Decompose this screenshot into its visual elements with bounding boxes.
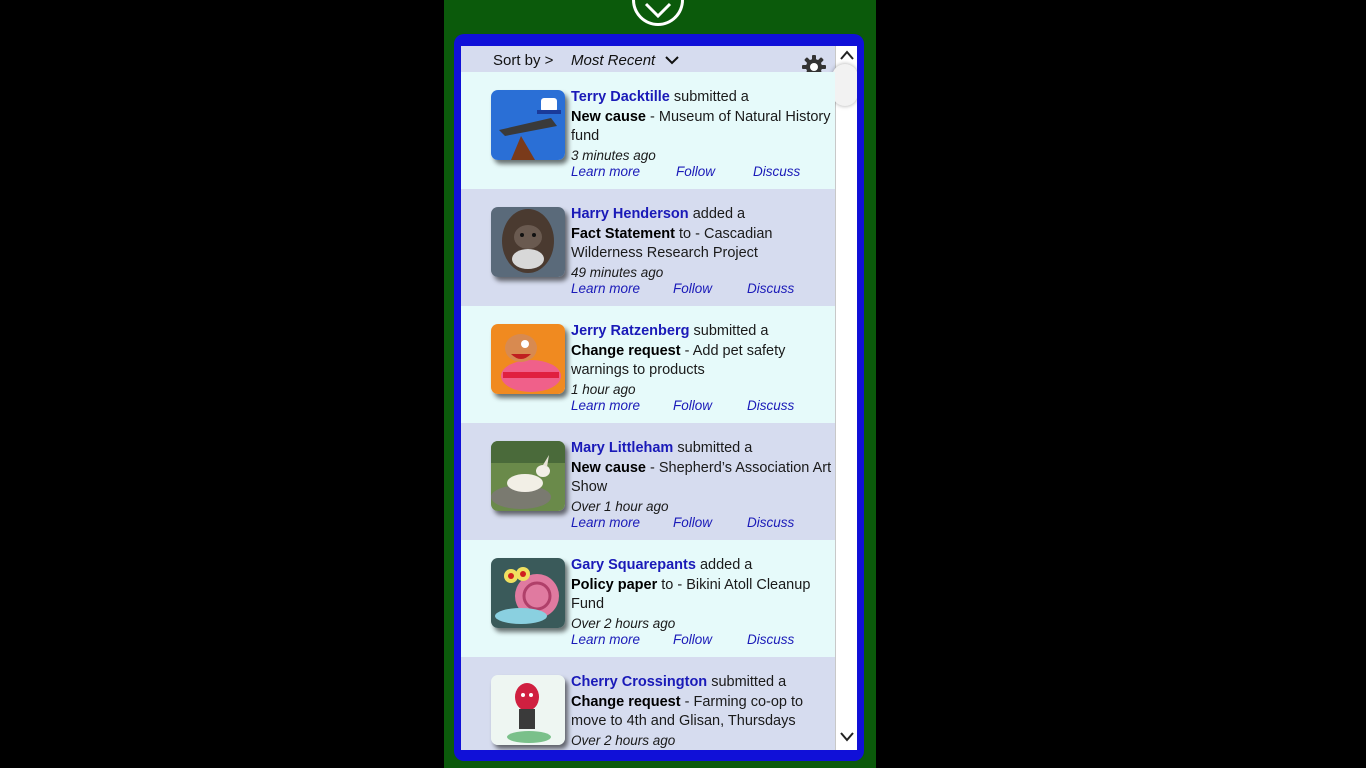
- follow-link[interactable]: Follow: [673, 398, 712, 413]
- item-kind: Change request: [571, 693, 681, 710]
- timestamp: Over 2 hours ago: [571, 615, 676, 631]
- follow-link[interactable]: Follow: [676, 164, 715, 179]
- avatar[interactable]: [491, 207, 565, 277]
- sort-toolbar: Sort by > Most Recent: [461, 46, 835, 72]
- action-verb: added a: [692, 206, 746, 222]
- timestamp: Over 1 hour ago: [571, 498, 669, 514]
- discuss-link[interactable]: Discuss: [747, 398, 794, 413]
- activity-feed: Terry Dacktille submitted a New cause - …: [461, 72, 835, 750]
- user-name-link[interactable]: Mary Littleham: [571, 440, 673, 456]
- feed-item: Cherry Crossington submitted a Change re…: [461, 657, 835, 750]
- feed-item: Gary Squarepants added a Policy paper to…: [461, 540, 835, 657]
- item-connector: -: [650, 108, 655, 125]
- chevron-up-icon: [840, 50, 854, 60]
- feed-item: Terry Dacktille submitted a New cause - …: [461, 72, 835, 189]
- feed-item-text: Mary Littleham submitted a New cause - S…: [571, 439, 833, 517]
- learn-more-link[interactable]: Learn more: [571, 398, 640, 413]
- action-verb: added a: [699, 557, 753, 573]
- avatar[interactable]: [491, 324, 565, 394]
- learn-more-link[interactable]: Learn more: [571, 164, 640, 179]
- user-name-link[interactable]: Cherry Crossington: [571, 674, 707, 690]
- feed-item-text: Harry Henderson added a Fact Statement t…: [571, 205, 833, 283]
- timestamp: Over 2 hours ago: [571, 732, 676, 748]
- avatar[interactable]: [491, 441, 565, 511]
- sort-value: Most Recent: [571, 52, 656, 69]
- item-kind: New cause: [571, 108, 646, 125]
- user-name-link[interactable]: Gary Squarepants: [571, 557, 696, 573]
- learn-more-link[interactable]: Learn more: [571, 515, 640, 530]
- item-kind: Policy paper: [571, 576, 658, 593]
- avatar[interactable]: [491, 90, 565, 160]
- item-kind: Fact Statement: [571, 225, 675, 242]
- feed-item-text: Gary Squarepants added a Policy paper to…: [571, 556, 833, 634]
- timestamp: 1 hour ago: [571, 381, 636, 397]
- item-connector: to -: [678, 225, 700, 242]
- chevron-down-icon: [644, 2, 672, 18]
- item-connector: to -: [661, 576, 683, 593]
- feed-frame: Sort by > Most Recent Terry Dacktille su…: [454, 34, 864, 761]
- app-background: Sort by > Most Recent Terry Dacktille su…: [444, 0, 876, 768]
- chevron-down-icon: [840, 732, 854, 742]
- sort-dropdown[interactable]: Most Recent: [571, 52, 679, 69]
- feed-item-text: Cherry Crossington submitted a Change re…: [571, 673, 833, 750]
- user-name-link[interactable]: Terry Dacktille: [571, 89, 670, 105]
- learn-more-link[interactable]: Learn more: [571, 281, 640, 296]
- feed-item: Harry Henderson added a Fact Statement t…: [461, 189, 835, 306]
- discuss-link[interactable]: Discuss: [747, 632, 794, 647]
- activity-panel: Sort by > Most Recent Terry Dacktille su…: [461, 46, 857, 750]
- item-connector: -: [684, 693, 690, 710]
- learn-more-link[interactable]: Learn more: [571, 632, 640, 647]
- sort-label: Sort by >: [493, 52, 554, 69]
- collapse-button[interactable]: [632, 0, 684, 26]
- action-verb: submitted a: [693, 323, 769, 339]
- feed-item: Jerry Ratzenberg submitted a Change requ…: [461, 306, 835, 423]
- vertical-scrollbar[interactable]: [832, 46, 857, 750]
- discuss-link[interactable]: Discuss: [753, 164, 800, 179]
- item-connector: -: [684, 342, 690, 359]
- follow-link[interactable]: Follow: [673, 632, 712, 647]
- discuss-link[interactable]: Discuss: [747, 515, 794, 530]
- item-kind: New cause: [571, 459, 646, 476]
- follow-link[interactable]: Follow: [673, 281, 712, 296]
- action-verb: submitted a: [677, 440, 753, 456]
- chevron-down-icon: [665, 56, 679, 65]
- follow-link[interactable]: Follow: [673, 515, 712, 530]
- user-name-link[interactable]: Harry Henderson: [571, 206, 689, 222]
- item-connector: -: [650, 459, 655, 476]
- action-verb: submitted a: [673, 89, 749, 105]
- timestamp: 3 minutes ago: [571, 147, 656, 163]
- item-kind: Change request: [571, 342, 681, 359]
- discuss-link[interactable]: Discuss: [747, 281, 794, 296]
- feed-item-text: Jerry Ratzenberg submitted a Change requ…: [571, 322, 833, 400]
- avatar[interactable]: [491, 675, 565, 745]
- feed-item-text: Terry Dacktille submitted a New cause - …: [571, 88, 833, 166]
- user-name-link[interactable]: Jerry Ratzenberg: [571, 323, 689, 339]
- timestamp: 49 minutes ago: [571, 264, 664, 280]
- action-verb: submitted a: [711, 674, 787, 690]
- feed-item: Mary Littleham submitted a New cause - S…: [461, 423, 835, 540]
- scroll-up-button[interactable]: [838, 48, 856, 62]
- avatar[interactable]: [491, 558, 565, 628]
- scroll-down-button[interactable]: [838, 730, 856, 744]
- scrollbar-thumb[interactable]: [832, 64, 857, 106]
